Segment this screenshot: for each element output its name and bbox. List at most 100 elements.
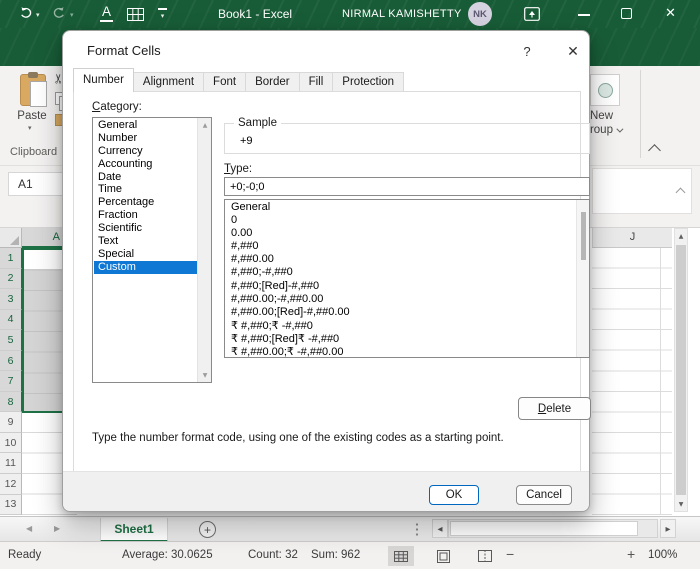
- category-option-custom[interactable]: Custom: [94, 260, 197, 274]
- dialog-close-button[interactable]: ✕: [559, 37, 587, 65]
- row-header-6[interactable]: 6: [0, 350, 22, 372]
- zoom-out-icon[interactable]: −: [506, 546, 514, 562]
- new-group-icon[interactable]: [590, 74, 620, 106]
- formula-bar-expand-icon[interactable]: [675, 187, 686, 198]
- row-header-7[interactable]: 7: [0, 371, 22, 392]
- borders-icon[interactable]: [127, 8, 144, 21]
- normal-view-icon[interactable]: [388, 546, 414, 566]
- customize-qat-icon[interactable]: ▾: [158, 8, 167, 20]
- category-option-scientific[interactable]: Scientific: [94, 222, 197, 235]
- type-code-option[interactable]: 0: [226, 214, 574, 227]
- vertical-scrollbar-thumb[interactable]: [676, 245, 686, 495]
- new-group-label-line1[interactable]: New: [590, 110, 613, 122]
- category-option-fraction[interactable]: Fraction: [94, 209, 197, 222]
- vertical-scrollbar[interactable]: ▲ ▼: [674, 228, 688, 512]
- type-code-option[interactable]: #,##0;[Red]-#,##0: [226, 280, 574, 293]
- sheet-tab-sheet1[interactable]: Sheet1: [100, 518, 168, 542]
- redo-dropdown-icon[interactable]: ▾: [70, 11, 74, 19]
- zoom-level[interactable]: 100%: [648, 549, 677, 561]
- category-option-percentage[interactable]: Percentage: [94, 196, 197, 209]
- minimize-button[interactable]: [578, 14, 590, 16]
- status-sum[interactable]: Sum: 962: [311, 549, 360, 561]
- category-option-date[interactable]: Date: [94, 171, 197, 184]
- type-scrollbar[interactable]: [576, 200, 589, 357]
- row-header-9[interactable]: 9: [0, 412, 22, 433]
- type-code-option[interactable]: 0.00: [226, 227, 574, 240]
- row-header-2[interactable]: 2: [0, 268, 22, 290]
- scroll-up-icon[interactable]: ▲: [675, 229, 687, 243]
- avatar[interactable]: NK: [468, 2, 492, 26]
- redo-icon[interactable]: [52, 5, 67, 20]
- dialog-tab-border[interactable]: Border: [245, 72, 300, 92]
- page-layout-view-icon[interactable]: [430, 546, 456, 566]
- scroll-down-icon[interactable]: ▼: [198, 368, 212, 382]
- type-code-option[interactable]: #,##0.00: [226, 253, 574, 266]
- dialog-tab-alignment[interactable]: Alignment: [132, 72, 205, 92]
- row-header-11[interactable]: 11: [0, 453, 22, 475]
- formula-bar[interactable]: [592, 168, 692, 214]
- category-option-accounting[interactable]: Accounting: [94, 158, 197, 171]
- dialog-tab-number[interactable]: Number: [73, 68, 134, 92]
- type-code-option[interactable]: ₹ #,##0.00;₹ -#,##0.00: [226, 345, 574, 358]
- delete-button[interactable]: Delete: [518, 397, 591, 420]
- collapse-ribbon-icon[interactable]: [648, 144, 661, 157]
- type-code-option[interactable]: General: [226, 201, 574, 214]
- row-header-5[interactable]: 5: [0, 330, 22, 351]
- type-code-option[interactable]: ₹ #,##0;₹ -#,##0: [226, 319, 574, 332]
- select-all-corner[interactable]: [0, 228, 22, 248]
- ribbon-display-options-icon[interactable]: [524, 7, 540, 21]
- close-button[interactable]: ✕: [665, 5, 676, 21]
- page-break-preview-icon[interactable]: [472, 546, 498, 566]
- category-option-text[interactable]: Text: [94, 235, 197, 248]
- category-option-time[interactable]: Time: [94, 183, 197, 196]
- new-sheet-icon[interactable]: +: [199, 521, 216, 538]
- category-listbox[interactable]: General Number Currency Accounting Date Time P…: [92, 117, 212, 383]
- type-scrollbar-thumb[interactable]: [581, 212, 586, 260]
- type-code-option[interactable]: #,##0.00;-#,##0.00: [226, 293, 574, 306]
- dialog-help-button[interactable]: ?: [515, 39, 539, 63]
- tab-bar-splitter[interactable]: [415, 522, 419, 537]
- dialog-tab-protection[interactable]: Protection: [332, 72, 405, 92]
- column-j-cells[interactable]: [592, 248, 672, 515]
- sheet-nav-right-icon[interactable]: ▶: [54, 524, 60, 533]
- category-scrollbar[interactable]: ▲ ▼: [197, 118, 211, 382]
- undo-icon[interactable]: [18, 5, 33, 20]
- row-header-3[interactable]: 3: [0, 289, 22, 310]
- paste-icon[interactable]: [20, 72, 47, 107]
- row-header-13[interactable]: 13: [0, 494, 22, 515]
- dialog-tab-font[interactable]: Font: [203, 72, 247, 92]
- ok-button[interactable]: OK: [429, 485, 479, 505]
- hscroll-right-icon[interactable]: ▶: [660, 519, 676, 538]
- type-input[interactable]: +0;-0;0: [224, 177, 590, 196]
- row-header-8[interactable]: 8: [0, 391, 22, 413]
- status-count[interactable]: Count: 32: [248, 549, 298, 561]
- horizontal-scrollbar-thumb[interactable]: [450, 521, 638, 536]
- user-name[interactable]: NIRMAL KAMISHETTY: [342, 8, 462, 20]
- sheet-nav-left-icon[interactable]: ◀: [26, 524, 32, 533]
- type-code-option[interactable]: #,##0;-#,##0: [226, 266, 574, 279]
- maximize-button[interactable]: [621, 8, 632, 19]
- horizontal-scrollbar[interactable]: [448, 519, 658, 538]
- category-option-currency[interactable]: Currency: [94, 145, 197, 158]
- hscroll-left-icon[interactable]: ◀: [432, 519, 448, 538]
- type-listbox[interactable]: General 0 0.00 #,##0 #,##0.00 #,##0;-#,##0 #,#…: [224, 199, 590, 358]
- scroll-down-icon[interactable]: ▼: [675, 497, 687, 511]
- row-header-4[interactable]: 4: [0, 309, 22, 331]
- category-option-general[interactable]: General: [94, 119, 197, 132]
- status-average[interactable]: Average: 30.0625: [122, 549, 213, 561]
- dialog-tab-fill[interactable]: Fill: [298, 72, 334, 92]
- zoom-in-icon[interactable]: +: [627, 546, 635, 562]
- cancel-button[interactable]: Cancel: [516, 485, 572, 505]
- scroll-up-icon[interactable]: ▲: [198, 118, 212, 132]
- type-code-option[interactable]: #,##0: [226, 240, 574, 253]
- category-option-special[interactable]: Special: [94, 248, 197, 261]
- row-header-10[interactable]: 10: [0, 432, 22, 454]
- undo-dropdown-icon[interactable]: ▾: [36, 11, 40, 19]
- type-code-option[interactable]: #,##0.00;[Red]-#,##0.00: [226, 306, 574, 319]
- column-header-j[interactable]: J: [592, 228, 672, 248]
- font-color-icon[interactable]: A: [100, 4, 114, 22]
- row-header-12[interactable]: 12: [0, 474, 22, 495]
- row-header-1[interactable]: 1: [0, 248, 22, 269]
- column-header-a[interactable]: A: [22, 228, 62, 248]
- type-code-option[interactable]: ₹ #,##0;[Red]₹ -#,##0: [226, 332, 574, 345]
